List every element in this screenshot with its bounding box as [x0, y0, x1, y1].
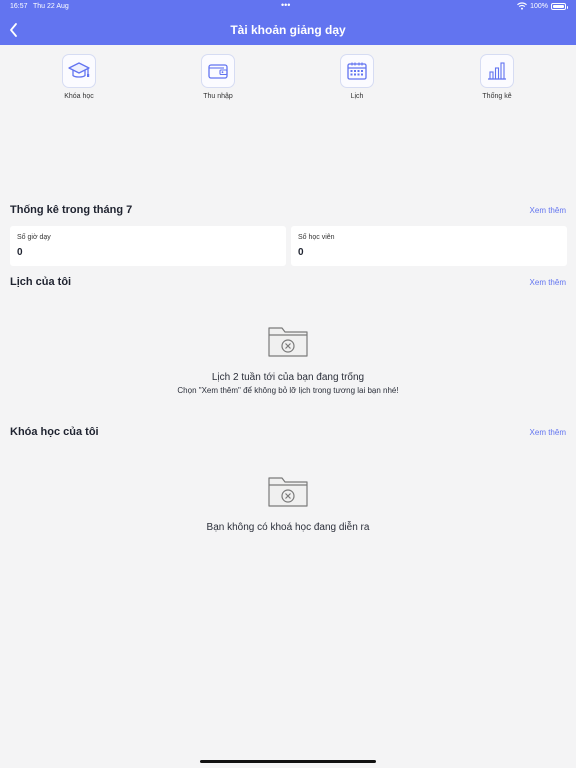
courses-section-title: Khóa học của tôi [10, 426, 99, 438]
menu-item-income[interactable]: Thu nhập [183, 54, 253, 100]
wifi-icon [517, 2, 528, 10]
status-date: Thu 22 Aug [33, 3, 69, 10]
stat-card-teaching-hours: Số giờ dạy 0 [10, 226, 286, 266]
schedule-empty-subtitle: Chọn "Xem thêm" để không bỏ lỡ lịch tron… [177, 386, 399, 395]
stat-label: Số học viên [298, 234, 335, 241]
graduation-cap-icon [62, 54, 96, 88]
stat-label: Số giờ dạy [17, 234, 51, 241]
menu-item-label: Khóa học [64, 93, 94, 100]
schedule-section-title: Lịch của tôi [10, 276, 72, 288]
battery-icon [551, 2, 568, 10]
menu-item-schedule[interactable]: Lịch [322, 54, 392, 100]
page-title: Tài khoản giảng dạy [230, 23, 346, 37]
courses-see-more-link[interactable]: Xem thêm [530, 428, 566, 437]
bar-chart-icon [480, 54, 514, 88]
courses-empty-state: Bạn không có khoá học đang diễn ra [0, 474, 576, 533]
wallet-icon [201, 54, 235, 88]
menu-item-label: Thu nhập [203, 93, 233, 100]
multitasking-dots[interactable]: ••• [281, 0, 290, 10]
status-time: 16:57 [10, 3, 28, 10]
stats-see-more-link[interactable]: Xem thêm [530, 206, 566, 215]
empty-folder-icon [268, 477, 308, 507]
stat-value: 0 [17, 247, 23, 258]
schedule-empty-state: Lịch 2 tuần tới của bạn đang trống Chọn … [0, 324, 576, 395]
app-header: 16:57 Thu 22 Aug ••• 100% Tài khoản giản… [0, 0, 576, 45]
empty-folder-icon [268, 327, 308, 357]
calendar-icon [340, 54, 374, 88]
menu-item-label: Lịch [350, 93, 364, 100]
menu-item-label: Thống kê [482, 93, 512, 100]
schedule-empty-title: Lịch 2 tuần tới của bạn đang trống [211, 372, 365, 383]
schedule-see-more-link[interactable]: Xem thêm [530, 278, 566, 287]
stat-value: 0 [298, 247, 304, 258]
menu-item-statistics[interactable]: Thống kê [462, 54, 532, 100]
battery-percent: 100% [530, 2, 548, 10]
stats-section-title: Thống kê trong tháng 7 [10, 204, 133, 216]
courses-empty-title: Bạn không có khoá học đang diễn ra [206, 522, 370, 533]
menu-item-courses[interactable]: Khóa học [44, 54, 114, 100]
home-indicator[interactable] [200, 760, 376, 763]
status-right: 100% [517, 2, 568, 10]
stat-card-students: Số học viên 0 [291, 226, 567, 266]
